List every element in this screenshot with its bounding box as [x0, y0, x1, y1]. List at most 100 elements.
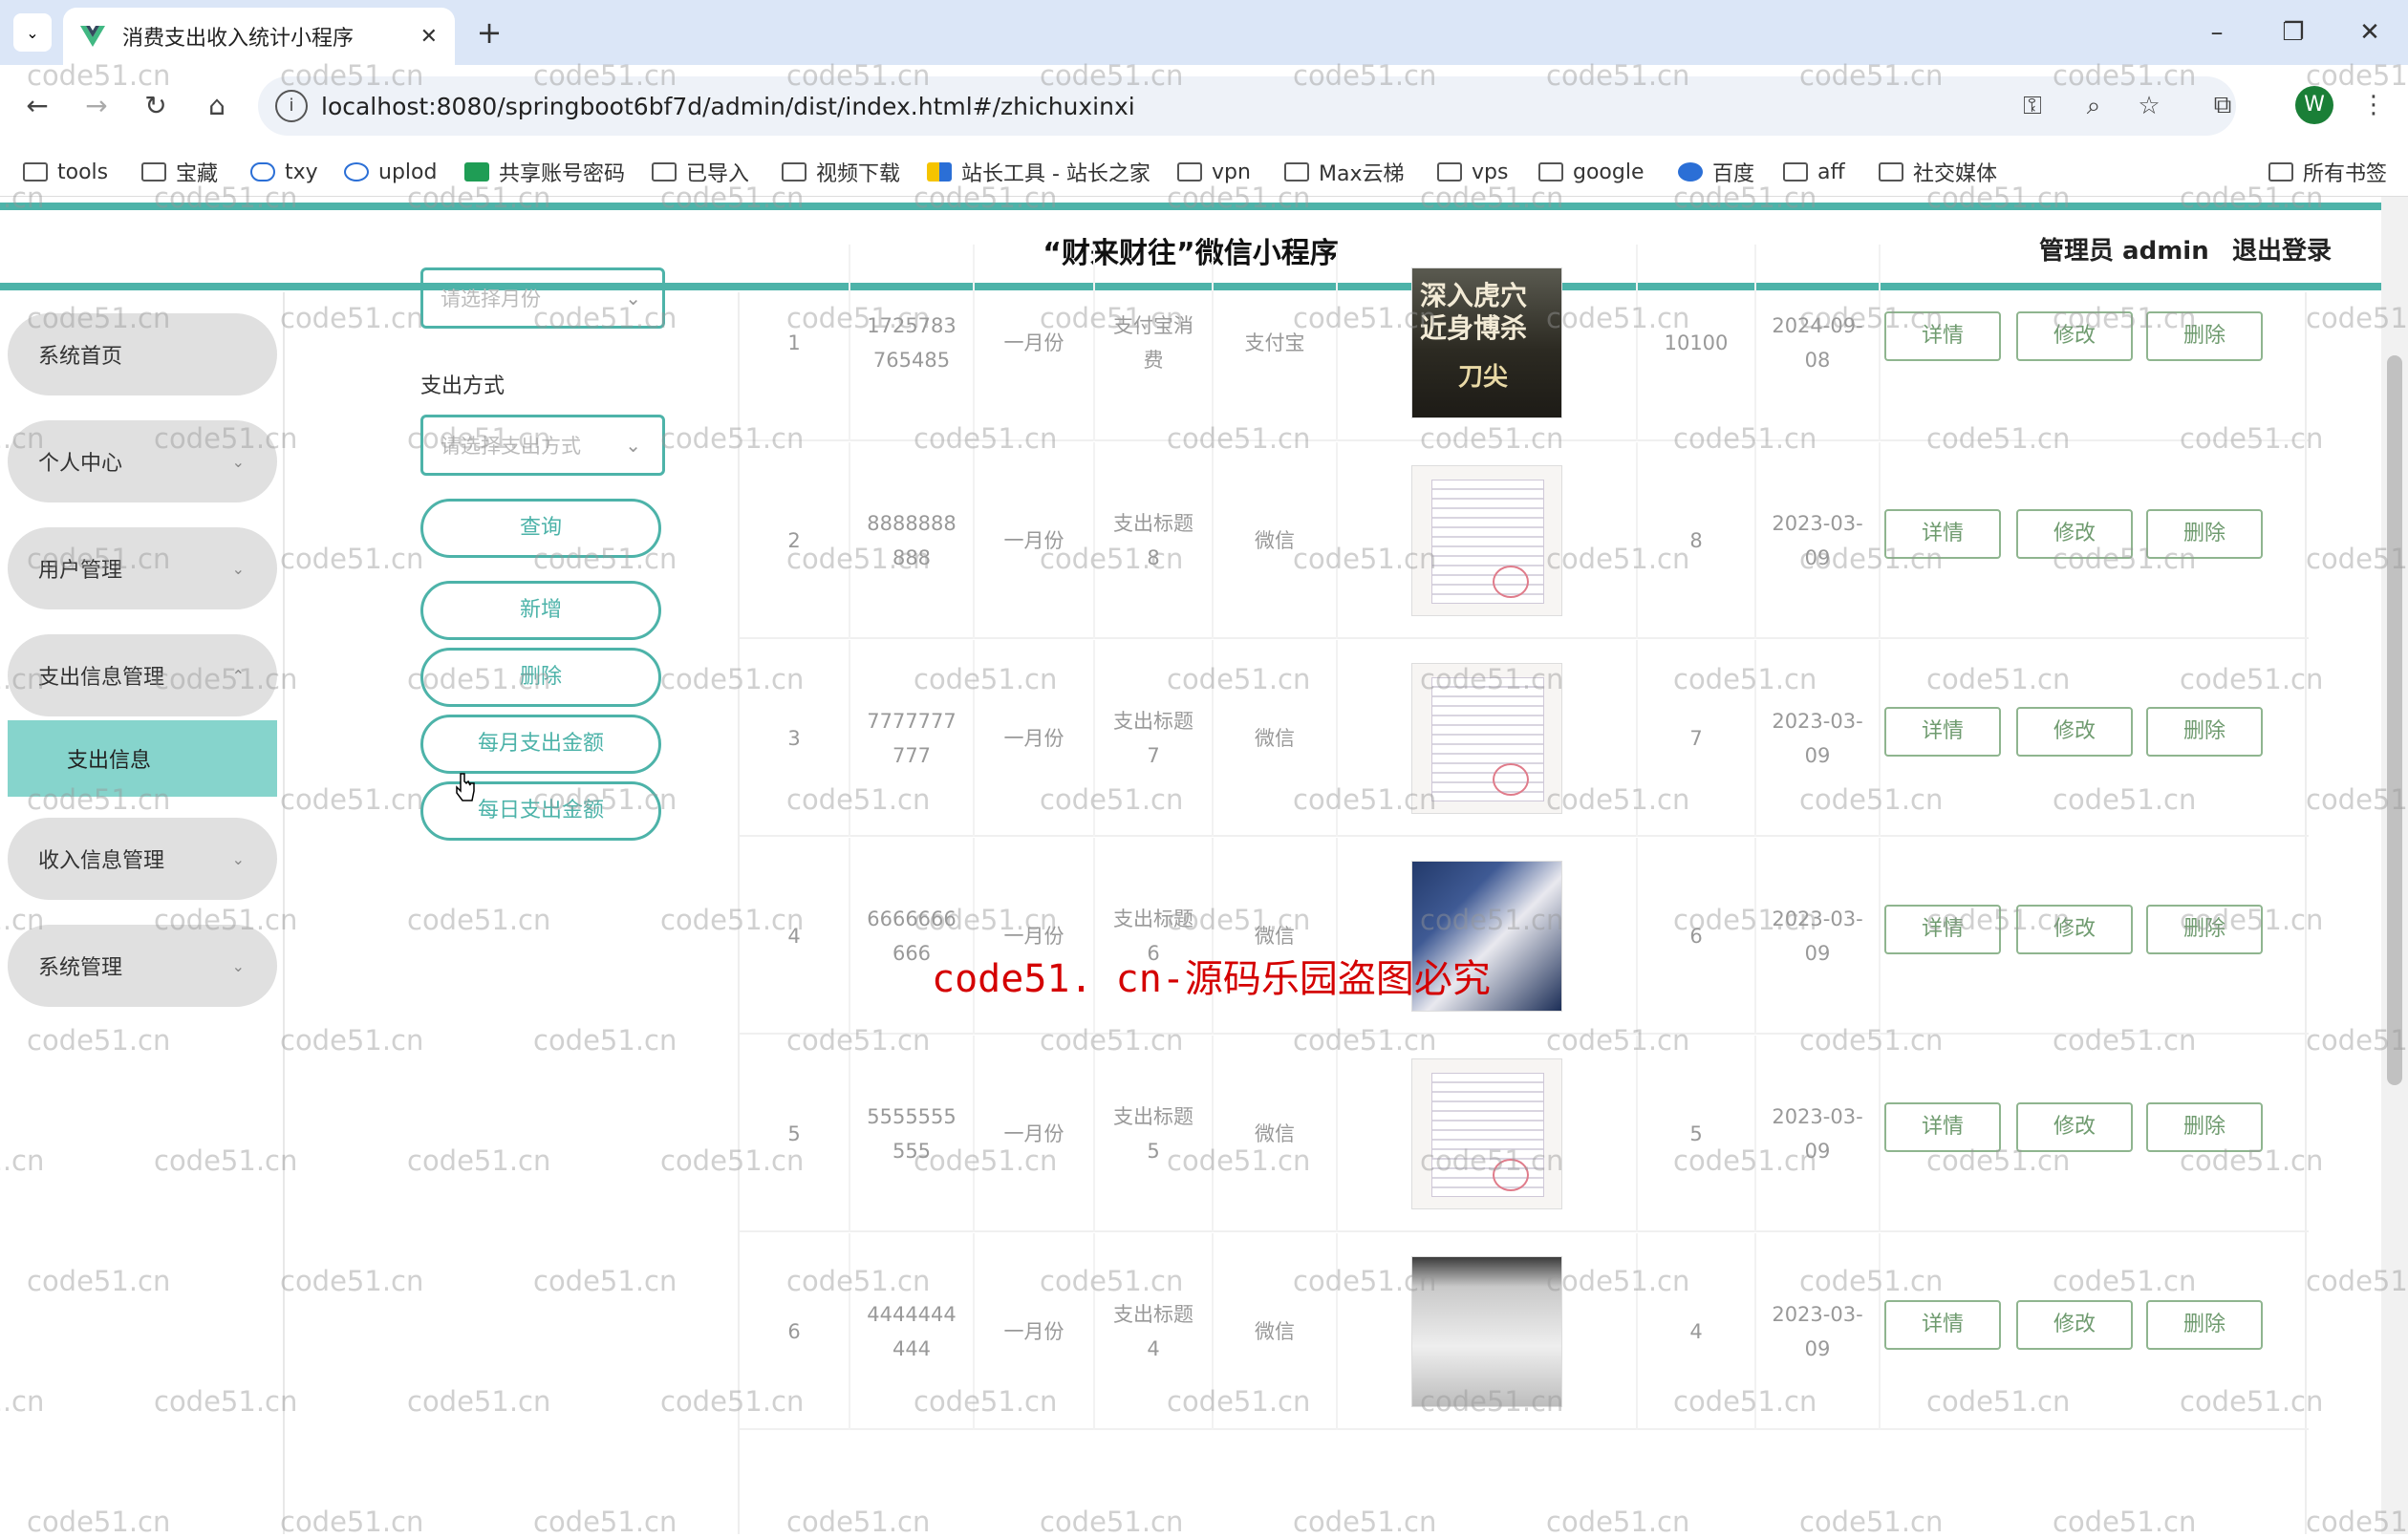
new-tab-button[interactable]: +: [470, 11, 508, 53]
bookmark-item[interactable]: txy: [250, 155, 318, 189]
detail-button[interactable]: 详情: [1884, 1102, 2001, 1152]
folder-icon: [1284, 162, 1309, 182]
edit-button[interactable]: 修改: [2016, 905, 2133, 954]
bookmark-item[interactable]: vps: [1437, 155, 1508, 189]
edit-button[interactable]: 修改: [2016, 311, 2133, 361]
cell-method: 微信: [1214, 640, 1338, 837]
tab-search-button[interactable]: ⌄: [13, 13, 52, 52]
pointer-cursor-icon: [456, 773, 475, 801]
edit-button[interactable]: 修改: [2016, 509, 2133, 559]
all-bookmarks[interactable]: 所有书签: [2268, 155, 2387, 189]
receipt-thumbnail[interactable]: [1411, 1058, 1562, 1209]
profile-avatar[interactable]: W: [2295, 86, 2333, 124]
row-delete-button[interactable]: 删除: [2146, 1102, 2263, 1152]
folder-icon: [1538, 162, 1563, 182]
poster-thumbnail[interactable]: 深入虎穴 近身博杀 刀尖: [1411, 267, 1562, 418]
month-select[interactable]: 请选择月份 ⌄: [420, 267, 665, 329]
method-select[interactable]: 请选择支出方式 ⌄: [420, 415, 665, 476]
site-info-icon[interactable]: i: [275, 90, 308, 122]
browser-tab[interactable]: 消费支出收入统计小程序 ✕: [63, 8, 455, 65]
cell-text: 支出标题 8: [1113, 512, 1193, 569]
edit-button[interactable]: 修改: [2016, 707, 2133, 757]
cell-amount: 6: [1638, 838, 1756, 1035]
browser-chrome: ⌄ 消费支出收入统计小程序 ✕ + – ❐ ✕ ← → ↻ ⌂ i localh…: [0, 0, 2408, 197]
sidebar: 系统首页 个人中心 ⌄ 用户管理 ⌄ 支出信息管理 ⌃ 支出信息 收入信息管理 ⌄ 系统…: [0, 292, 285, 1534]
bookmark-item[interactable]: 已导入: [652, 155, 749, 189]
vue-logo-icon: [80, 26, 105, 47]
bookmark-item[interactable]: Max云梯: [1284, 155, 1404, 189]
method-label: 支出方式: [420, 374, 505, 398]
window-close-button[interactable]: ✕: [2351, 13, 2389, 52]
cell-text: 2023-03- 09: [1772, 908, 1863, 965]
page: “财来财往”微信小程序 管理员 admin 退出登录 系统首页 个人中心 ⌄ 用户…: [0, 197, 2408, 1534]
cell-text: 7: [1689, 727, 1703, 750]
table-row: 4 6666666 666 一月份 支出标题 6 微信 6 2023-03- 09 详情 修改 删除: [740, 838, 2309, 1035]
detail-button[interactable]: 详情: [1884, 509, 2001, 559]
zoom-icon[interactable]: ⌕: [2074, 86, 2114, 126]
cell-text: 4: [1689, 1320, 1703, 1343]
chevron-down-icon: ⌄: [231, 452, 245, 471]
bookmark-item[interactable]: 视频下载: [782, 155, 900, 189]
bookmark-item[interactable]: 站长工具 - 站长之家: [927, 155, 1150, 189]
sidebar-subitem-expense-info[interactable]: 支出信息: [8, 720, 277, 797]
close-icon[interactable]: ✕: [420, 25, 438, 49]
sidebar-item-home[interactable]: 系统首页: [8, 313, 277, 395]
cell-amount: 8: [1638, 442, 1756, 639]
extensions-icon[interactable]: ⧉: [2202, 84, 2244, 126]
row-delete-button[interactable]: 删除: [2146, 1300, 2263, 1350]
sidebar-item-system[interactable]: 系统管理 ⌄: [8, 925, 277, 1007]
scrollbar-thumb[interactable]: [2387, 355, 2402, 1085]
restore-button[interactable]: ❐: [2274, 13, 2312, 52]
cell-code: 8888888 888: [850, 442, 975, 639]
cell-month: 一月份: [975, 1036, 1095, 1232]
row-delete-button[interactable]: 删除: [2146, 509, 2263, 559]
key-icon[interactable]: ⚿: [2012, 86, 2053, 126]
bookmark-item[interactable]: 宝藏: [141, 155, 218, 189]
bookmark-item[interactable]: google: [1538, 155, 1645, 189]
add-button[interactable]: 新增: [420, 581, 661, 640]
bookmark-item[interactable]: 共享账号密码: [464, 155, 625, 189]
delete-button[interactable]: 删除: [420, 648, 661, 707]
chevron-down-icon: ⌄: [26, 23, 39, 42]
monthly-expense-button[interactable]: 每月支出金额: [420, 715, 661, 774]
detail-button[interactable]: 详情: [1884, 707, 2001, 757]
receipt-thumbnail[interactable]: [1411, 465, 1562, 616]
home-button[interactable]: ⌂: [197, 86, 237, 126]
receipt-thumbnail[interactable]: [1411, 1256, 1562, 1407]
chevron-down-icon: ⌄: [231, 559, 245, 578]
cell-method: 微信: [1214, 1233, 1338, 1430]
bookmark-item[interactable]: 社交媒体: [1879, 155, 1997, 189]
cell-date: 2023-03- 09: [1756, 1036, 1881, 1232]
sidebar-item-expense[interactable]: 支出信息管理 ⌃: [8, 634, 277, 716]
bookmark-item[interactable]: 百度: [1678, 155, 1754, 189]
cell-date: 2024-09- 08: [1756, 245, 1881, 441]
sidebar-item-users[interactable]: 用户管理 ⌄: [8, 527, 277, 609]
query-button[interactable]: 查询: [420, 499, 661, 558]
forward-button[interactable]: →: [76, 86, 117, 126]
bookmark-star-icon[interactable]: ☆: [2129, 86, 2169, 126]
bookmark-item[interactable]: uplod: [344, 155, 437, 189]
cell-text: 5: [1689, 1122, 1703, 1145]
row-delete-button[interactable]: 删除: [2146, 311, 2263, 361]
sidebar-item-profile[interactable]: 个人中心 ⌄: [8, 420, 277, 502]
detail-button[interactable]: 详情: [1884, 905, 2001, 954]
cell-date: 2023-03- 09: [1756, 442, 1881, 639]
menu-kebab-icon[interactable]: ⋮: [2353, 84, 2395, 126]
sidebar-item-income[interactable]: 收入信息管理 ⌄: [8, 818, 277, 900]
reload-button[interactable]: ↻: [136, 86, 176, 126]
address-bar[interactable]: i localhost:8080/springboot6bf7d/admin/d…: [258, 76, 2236, 136]
bookmark-item[interactable]: vpn: [1177, 155, 1251, 189]
edit-button[interactable]: 修改: [2016, 1300, 2133, 1350]
detail-button[interactable]: 详情: [1884, 311, 2001, 361]
cell-text: 5555555 555: [867, 1105, 957, 1163]
bookmark-item[interactable]: aff: [1783, 155, 1845, 189]
minimize-button[interactable]: –: [2198, 13, 2236, 52]
row-delete-button[interactable]: 删除: [2146, 905, 2263, 954]
receipt-thumbnail[interactable]: [1411, 663, 1562, 814]
bookmark-item[interactable]: tools: [23, 155, 108, 189]
cell-text: 微信: [1255, 1122, 1295, 1145]
back-button[interactable]: ←: [17, 86, 57, 126]
row-delete-button[interactable]: 删除: [2146, 707, 2263, 757]
detail-button[interactable]: 详情: [1884, 1300, 2001, 1350]
edit-button[interactable]: 修改: [2016, 1102, 2133, 1152]
